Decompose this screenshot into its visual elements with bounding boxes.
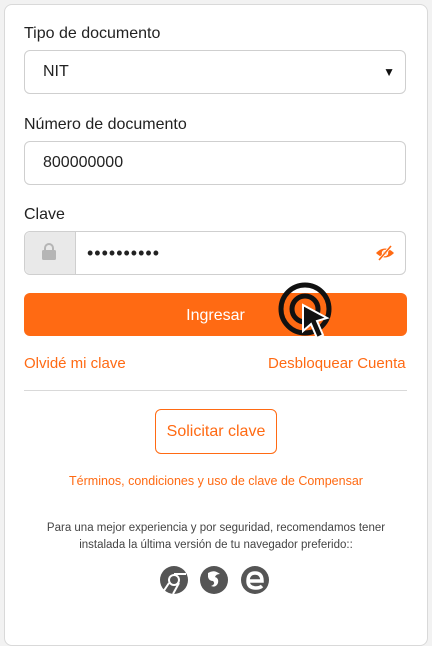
divider bbox=[24, 390, 407, 391]
terms-link[interactable]: Términos, condiciones y uso de clave de … bbox=[5, 474, 427, 488]
doc-type-value: NIT bbox=[43, 63, 69, 80]
forgot-password-link[interactable]: Olvidé mi clave bbox=[24, 355, 126, 372]
eye-toggle-icon[interactable] bbox=[375, 244, 395, 262]
chrome-icon bbox=[159, 565, 189, 600]
doc-number-value: 800000000 bbox=[43, 154, 124, 171]
login-card: Tipo de documento NIT ▼ Número de docume… bbox=[4, 4, 428, 646]
password-field[interactable]: •••••••••• bbox=[24, 231, 406, 275]
edge-icon bbox=[240, 565, 270, 600]
password-value: •••••••••• bbox=[87, 243, 161, 263]
recommendation-line-2: instalada la última versión de tu navega… bbox=[79, 539, 353, 551]
browser-icons bbox=[159, 565, 276, 600]
doc-number-input[interactable]: 800000000 bbox=[24, 141, 406, 185]
chevron-down-icon: ▼ bbox=[383, 65, 395, 79]
firefox-icon bbox=[199, 565, 229, 600]
doc-type-select[interactable]: NIT ▼ bbox=[24, 50, 406, 94]
recommendation-line-1: Para una mejor experiencia y por segurid… bbox=[46, 522, 386, 534]
login-button-label: Ingresar bbox=[186, 306, 245, 324]
unlock-account-link[interactable]: Desbloquear Cuenta bbox=[268, 355, 406, 372]
lock-icon-box bbox=[25, 232, 76, 274]
login-button[interactable]: Ingresar bbox=[24, 293, 407, 336]
request-key-button[interactable]: Solicitar clave bbox=[155, 409, 277, 454]
browser-recommendation: Para una mejor experiencia y por segurid… bbox=[25, 520, 407, 554]
doc-number-label: Número de documento bbox=[24, 116, 187, 133]
password-label: Clave bbox=[24, 206, 65, 223]
lock-icon bbox=[42, 243, 56, 260]
doc-type-label: Tipo de documento bbox=[24, 25, 161, 42]
click-cursor-icon bbox=[278, 282, 332, 340]
